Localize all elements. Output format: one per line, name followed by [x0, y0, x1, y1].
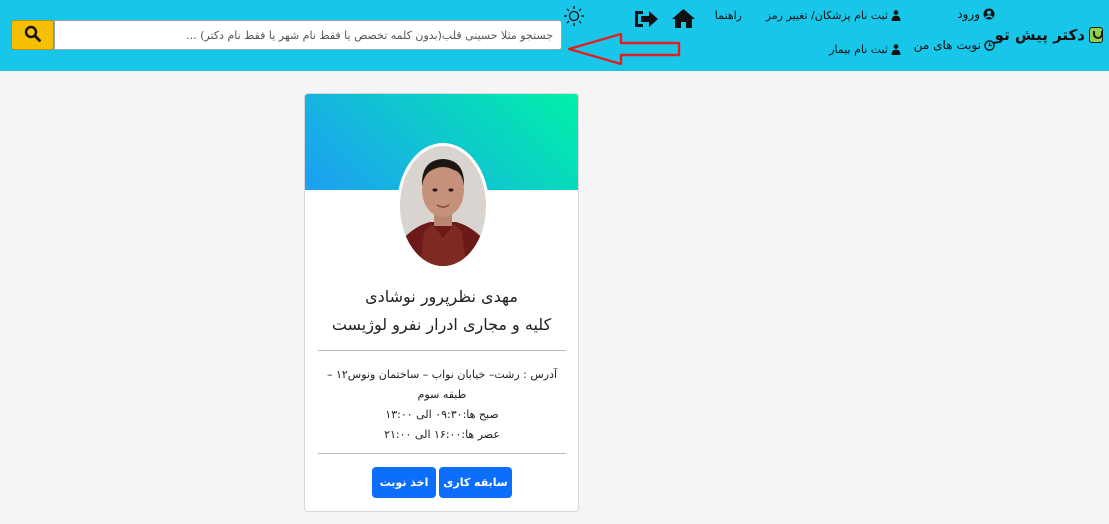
- doctor-info: آدرس : رشت– خیابان نواب – ساختمان ونوس۱۲…: [317, 365, 567, 445]
- experience-button[interactable]: سابقه کاری: [439, 467, 512, 498]
- login-link[interactable]: ورود: [957, 7, 995, 21]
- logout-icon[interactable]: [634, 9, 659, 33]
- home-icon[interactable]: [671, 8, 696, 33]
- search-icon: [24, 25, 41, 45]
- guide-link[interactable]: راهنما: [715, 9, 742, 22]
- theme-toggle-sun-icon[interactable]: [563, 5, 585, 31]
- login-label: ورود: [957, 7, 980, 21]
- doctor-address: آدرس : رشت– خیابان نواب – ساختمان ونوس۱۲…: [326, 368, 558, 401]
- my-appointments-link[interactable]: نوبت های من: [914, 38, 995, 52]
- book-appointment-button[interactable]: اخذ نوبت: [372, 467, 436, 498]
- doctor-avatar: [397, 143, 489, 269]
- search-button[interactable]: [11, 20, 54, 50]
- user-circle-icon: [983, 8, 995, 20]
- stethoscope-logo-icon: [1089, 27, 1103, 43]
- brand-title: دکتر پیش تو: [994, 26, 1085, 44]
- doctor-card: مهدی نظرپرور نوشادی کلیه و مجاری ادرار ن…: [304, 93, 579, 512]
- user-plus-icon: [891, 44, 901, 55]
- doctor-register-label: ثبت نام پزشکان/ تغییر رمز: [765, 9, 888, 22]
- search-input[interactable]: [54, 20, 562, 50]
- clock-icon: [984, 39, 995, 51]
- doctor-register-link[interactable]: ثبت نام پزشکان/ تغییر رمز: [766, 9, 901, 22]
- morning-hours: صبح ها:۰۹:۳۰ الی ۱۳:۰۰: [385, 408, 499, 421]
- doctor-name: مهدی نظرپرور نوشادی: [365, 287, 518, 306]
- my-appointments-label: نوبت های من: [913, 38, 981, 52]
- hint-arrow-icon: [567, 32, 682, 69]
- search-bar: [11, 20, 562, 50]
- divider: [318, 350, 566, 351]
- doctor-specialty: کلیه و مجاری ادرار نفرو لوژیست: [331, 315, 552, 334]
- top-navbar: دکتر پیش تو ورود نوبت های من ثبت نام پزش…: [0, 0, 1109, 71]
- guide-label: راهنما: [714, 9, 742, 22]
- user-md-icon: [891, 10, 901, 21]
- patient-register-link[interactable]: ثبت نام بیمار: [829, 43, 901, 56]
- brand[interactable]: دکتر پیش تو: [995, 26, 1103, 44]
- patient-register-label: ثبت نام بیمار: [829, 43, 888, 56]
- divider: [318, 453, 566, 454]
- evening-hours: عصر ها:۱۶:۰۰ الی ۲۱:۰۰: [384, 428, 500, 441]
